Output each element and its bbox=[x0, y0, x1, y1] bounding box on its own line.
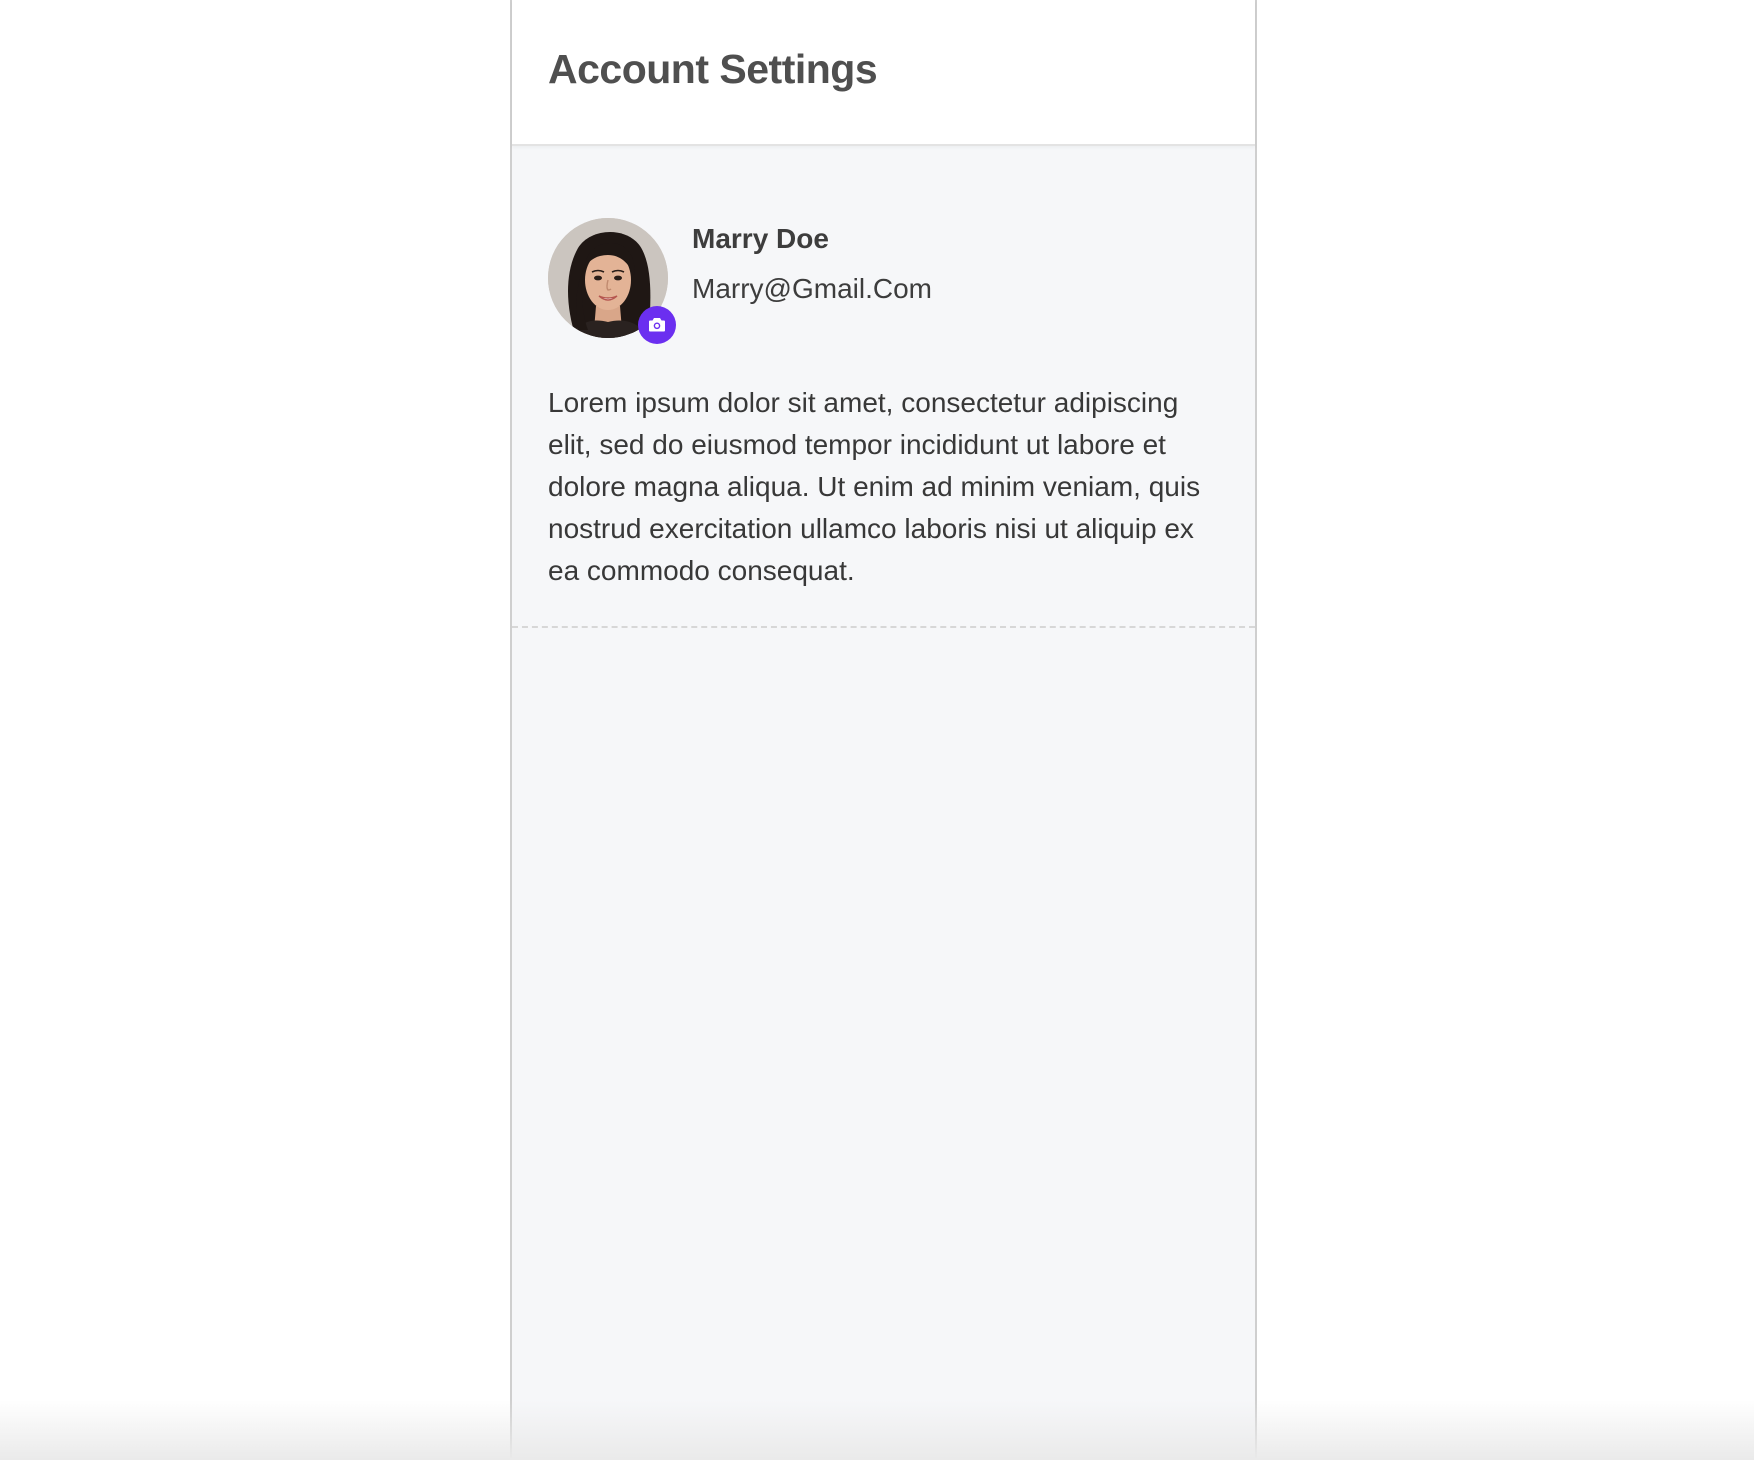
screen: Account Settings Marry Doe Marry@Gmail.C… bbox=[0, 0, 1754, 1460]
page-header: Account Settings bbox=[512, 0, 1255, 146]
profile-summary: Marry Doe Marry@Gmail.Com bbox=[548, 218, 1219, 344]
change-photo-button[interactable] bbox=[638, 306, 676, 344]
user-bio: Lorem ipsum dolor sit amet, consectetur … bbox=[548, 387, 1201, 586]
page-title: Account Settings bbox=[548, 45, 878, 92]
camera-icon bbox=[649, 318, 665, 332]
profile-section: Marry Doe Marry@Gmail.Com Lorem ipsum do… bbox=[512, 146, 1255, 592]
avatar-container bbox=[548, 218, 676, 344]
section-divider bbox=[512, 626, 1255, 628]
user-name: Marry Doe bbox=[692, 223, 829, 254]
user-identity: Marry Doe Marry@Gmail.Com bbox=[692, 218, 932, 306]
user-email: Marry@Gmail.Com bbox=[692, 273, 932, 304]
account-settings-panel: Account Settings Marry Doe Marry@Gmail.C… bbox=[510, 0, 1257, 1460]
